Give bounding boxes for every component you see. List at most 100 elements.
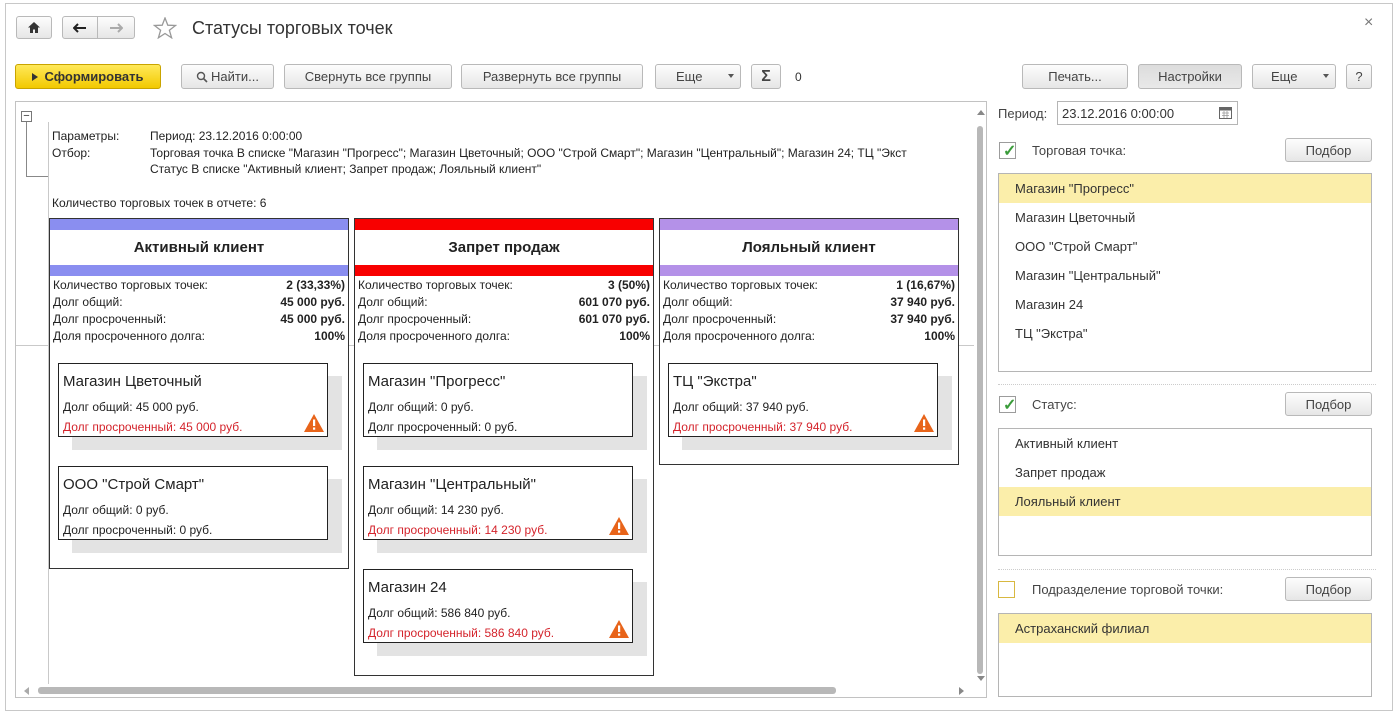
list-item[interactable]: ТЦ "Экстра" (999, 319, 1371, 348)
horizontal-scroll-thumb[interactable] (38, 687, 836, 694)
report-area: − Параметры: Период: 23.12.2016 0:00:00 … (15, 101, 987, 698)
divider (998, 384, 1376, 385)
calendar-icon[interactable] (1219, 107, 1232, 119)
warning-icon (609, 517, 629, 535)
stat-value: 601 070 руб. (578, 295, 650, 309)
collapse-toggle-icon[interactable]: − (21, 111, 32, 122)
list-item[interactable]: Запрет продаж (999, 458, 1371, 487)
divider (998, 569, 1376, 570)
outlet-card[interactable]: ТЦ "Экстра" Долг общий: 37 940 руб. Долг… (668, 363, 938, 437)
collapse-all-button[interactable]: Свернуть все группы (284, 64, 452, 89)
color-strip (50, 219, 348, 230)
chevron-down-icon (728, 74, 734, 78)
outlet-card[interactable]: Магазин "Центральный" Долг общий: 14 230… (363, 466, 633, 540)
column-title: Лояльный клиент (742, 239, 876, 256)
outlet-filter-checkbox[interactable]: ✓ (999, 142, 1017, 160)
outlet-count: Количество торговых точек в отчете: 6 (52, 196, 267, 210)
outlet-card[interactable]: Магазин "Прогресс" Долг общий: 0 руб. До… (363, 363, 633, 437)
scroll-right-icon[interactable] (959, 687, 964, 695)
outlet-filter-label: Торговая точка: (1032, 143, 1127, 158)
forward-button[interactable] (97, 16, 135, 39)
list-item[interactable]: Магазин 24 (999, 290, 1371, 319)
checkmark-icon: ✓ (1003, 397, 1017, 414)
status-filter-checkbox[interactable]: ✓ (999, 396, 1017, 414)
list-item[interactable]: Лояльный клиент (999, 487, 1371, 516)
column-stats: Количество торговых точек: 2 (33,33%) Дол… (53, 277, 345, 345)
list-item[interactable]: Магазин "Прогресс" (999, 174, 1371, 203)
sum-value: 0 (795, 70, 802, 84)
list-item[interactable]: Магазин Цветочный (999, 203, 1371, 232)
settings-button[interactable]: Настройки (1138, 64, 1242, 89)
filter-outlets: Торговая точка В списке "Магазин "Прогре… (150, 146, 907, 160)
stat-value: 45 000 руб. (280, 295, 345, 309)
column-stats: Количество торговых точек: 1 (16,67%) Дол… (663, 277, 955, 345)
filter-statuses: Статус В списке "Активный клиент; Запрет… (150, 162, 542, 176)
stat-label: Долг общий: (663, 295, 733, 309)
division-pick-button[interactable]: Подбор (1285, 577, 1372, 601)
stat-label: Долг общий: (358, 295, 428, 309)
stat-label: Доля просроченного долга: (358, 329, 510, 343)
outlet-pick-button[interactable]: Подбор (1285, 138, 1372, 162)
help-button[interactable]: ? (1346, 64, 1372, 89)
stat-value: 1 (16,67%) (896, 278, 955, 292)
sum-button[interactable]: Σ (751, 64, 781, 89)
status-filter-label: Статус: (1032, 397, 1077, 412)
warning-icon (304, 414, 324, 432)
stat-value: 100% (314, 329, 345, 343)
stat-value: 601 070 руб. (578, 312, 650, 326)
color-strip (50, 265, 348, 276)
list-item[interactable]: ООО "Строй Смарт" (999, 232, 1371, 261)
scroll-down-icon[interactable] (977, 676, 985, 681)
division-filter-checkbox[interactable] (998, 581, 1015, 598)
card-overdue: Долг просроченный: 37 940 руб. (673, 420, 853, 434)
stat-value: 37 940 руб. (890, 312, 955, 326)
card-overdue: Долг просроченный: 14 230 руб. (368, 523, 548, 537)
stat-label: Доля просроченного долга: (53, 329, 205, 343)
close-icon[interactable]: × (1364, 14, 1373, 32)
search-icon (196, 71, 208, 83)
column-stats: Количество торговых точек: 3 (50%) Долг о… (358, 277, 650, 345)
stat-value: 100% (619, 329, 650, 343)
color-strip (660, 265, 958, 276)
outlet-card[interactable]: Магазин Цветочный Долг общий: 45 000 руб… (58, 363, 328, 437)
card-total: Долг общий: 0 руб. (368, 400, 474, 414)
stat-label: Долг просроченный: (663, 312, 777, 326)
chevron-down-icon (1323, 74, 1329, 78)
card-total: Долг общий: 45 000 руб. (63, 400, 199, 414)
checkmark-icon: ✓ (1003, 143, 1017, 160)
scroll-left-icon[interactable] (24, 687, 29, 695)
vertical-scroll-thumb[interactable] (977, 126, 983, 674)
outlet-list: Магазин "Прогресс" Магазин Цветочный ООО… (998, 173, 1372, 372)
status-list: Активный клиент Запрет продаж Лояльный к… (998, 428, 1372, 556)
find-button[interactable]: Найти... (181, 64, 274, 89)
vertical-scrollbar[interactable] (974, 102, 986, 684)
home-icon (28, 22, 40, 33)
card-overdue: Долг просроченный: 0 руб. (368, 420, 518, 434)
more-button-2[interactable]: Еще (1252, 64, 1336, 89)
play-icon (32, 72, 39, 81)
more-button[interactable]: Еще (655, 64, 741, 89)
stat-value: 37 940 руб. (890, 295, 955, 309)
more-label: Еще (676, 69, 703, 84)
period-field[interactable]: 23.12.2016 0:00:00 (1057, 101, 1238, 125)
back-button[interactable] (62, 16, 98, 39)
arrow-right-icon (110, 22, 123, 33)
stat-value: 45 000 руб. (280, 312, 345, 326)
outlet-card[interactable]: Магазин 24 Долг общий: 586 840 руб. Долг… (363, 569, 633, 643)
home-button[interactable] (16, 16, 52, 39)
horizontal-scrollbar[interactable] (16, 684, 974, 697)
outlet-card[interactable]: ООО "Строй Смарт" Долг общий: 0 руб. Дол… (58, 466, 328, 540)
scroll-up-icon[interactable] (977, 110, 985, 115)
generate-label: Сформировать (44, 69, 144, 84)
stat-label: Долг просроченный: (358, 312, 472, 326)
print-button[interactable]: Печать... (1022, 64, 1128, 89)
generate-button[interactable]: Сформировать (15, 64, 161, 89)
params-value: Период: 23.12.2016 0:00:00 (150, 129, 303, 143)
stat-label: Количество торговых точек: (358, 278, 513, 292)
list-item[interactable]: Астраханский филиал (999, 614, 1371, 643)
list-item[interactable]: Магазин "Центральный" (999, 261, 1371, 290)
star-icon[interactable] (153, 17, 177, 39)
status-pick-button[interactable]: Подбор (1285, 392, 1372, 416)
expand-all-button[interactable]: Развернуть все группы (461, 64, 643, 89)
list-item[interactable]: Активный клиент (999, 429, 1371, 458)
